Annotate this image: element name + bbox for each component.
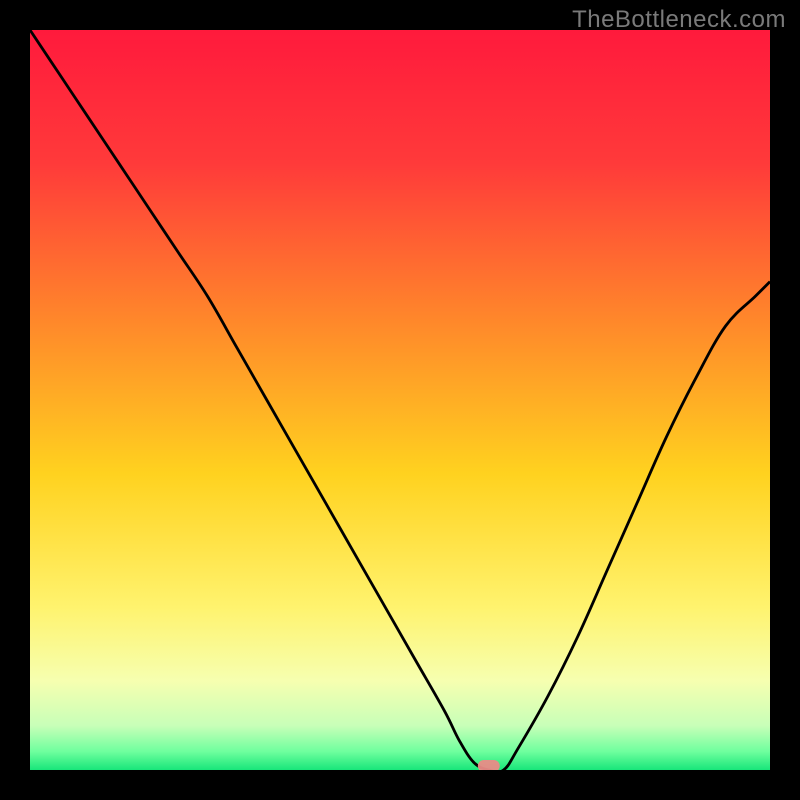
optimal-marker	[478, 760, 500, 770]
chart-svg	[30, 30, 770, 770]
plot-area	[30, 30, 770, 770]
watermark-label: TheBottleneck.com	[572, 6, 786, 34]
gradient-background	[30, 30, 770, 770]
chart-container: TheBottleneck.com	[0, 0, 800, 800]
